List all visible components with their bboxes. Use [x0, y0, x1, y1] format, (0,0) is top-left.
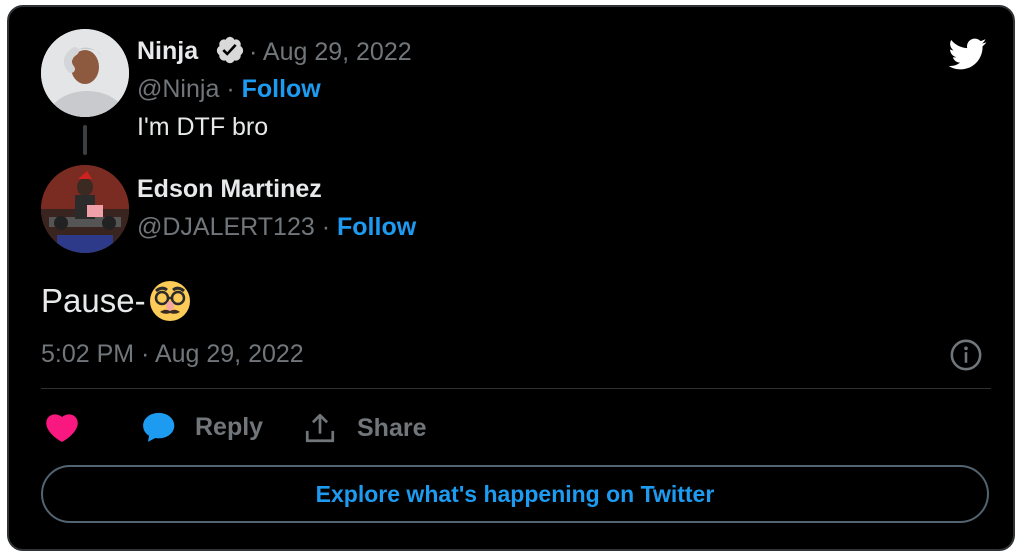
thread-connector-line [83, 125, 87, 155]
parent-tweet-text: I'm DTF bro [137, 113, 269, 141]
reply-label: Reply [195, 412, 264, 441]
verified-badge-icon [216, 36, 244, 64]
share-upload-icon [305, 413, 335, 443]
ninja-avatar[interactable] [41, 29, 129, 117]
edson-martinez-handle[interactable]: @DJALERT123 [137, 213, 315, 241]
reply-tweet-text: Pause- [41, 279, 192, 323]
info-icon[interactable] [949, 338, 983, 372]
ninja-handle[interactable]: @Ninja [137, 75, 219, 103]
disguised-face-emoji [149, 281, 190, 321]
edson-martinez-avatar[interactable] [41, 165, 129, 253]
reply-tweet-text-content: Pause- [41, 282, 146, 319]
ninja-display-name[interactable]: Ninja [137, 37, 198, 66]
like-button[interactable] [45, 411, 79, 443]
ninja-handle-row: @Ninja · Follow [137, 75, 321, 104]
handle-separator: · [226, 75, 235, 103]
share-button[interactable]: Share [303, 411, 426, 445]
embedded-tweet-card: Ninja · Aug 29, 2022 @Ninja · Follow I'm… [7, 5, 1015, 551]
share-label: Share [357, 413, 427, 442]
heart-icon [46, 414, 78, 443]
follow-edson-martinez-link[interactable]: Follow [337, 213, 416, 241]
edson-martinez-display-name[interactable]: Edson Martinez [137, 175, 322, 204]
reply-button[interactable]: Reply [141, 411, 263, 443]
handle-separator: · [321, 213, 331, 241]
divider [41, 388, 991, 389]
tweet-timestamp[interactable]: 5:02 PM · Aug 29, 2022 [41, 340, 304, 369]
parent-tweet-date[interactable]: · Aug 29, 2022 [249, 38, 412, 67]
follow-ninja-link[interactable]: Follow [242, 75, 321, 103]
edson-martinez-handle-row: @DJALERT123 · Follow [137, 213, 416, 242]
explore-twitter-button[interactable]: Explore what's happening on Twitter [41, 465, 989, 523]
twitter-bird-icon[interactable] [945, 34, 989, 74]
speech-bubble-icon [143, 412, 175, 442]
